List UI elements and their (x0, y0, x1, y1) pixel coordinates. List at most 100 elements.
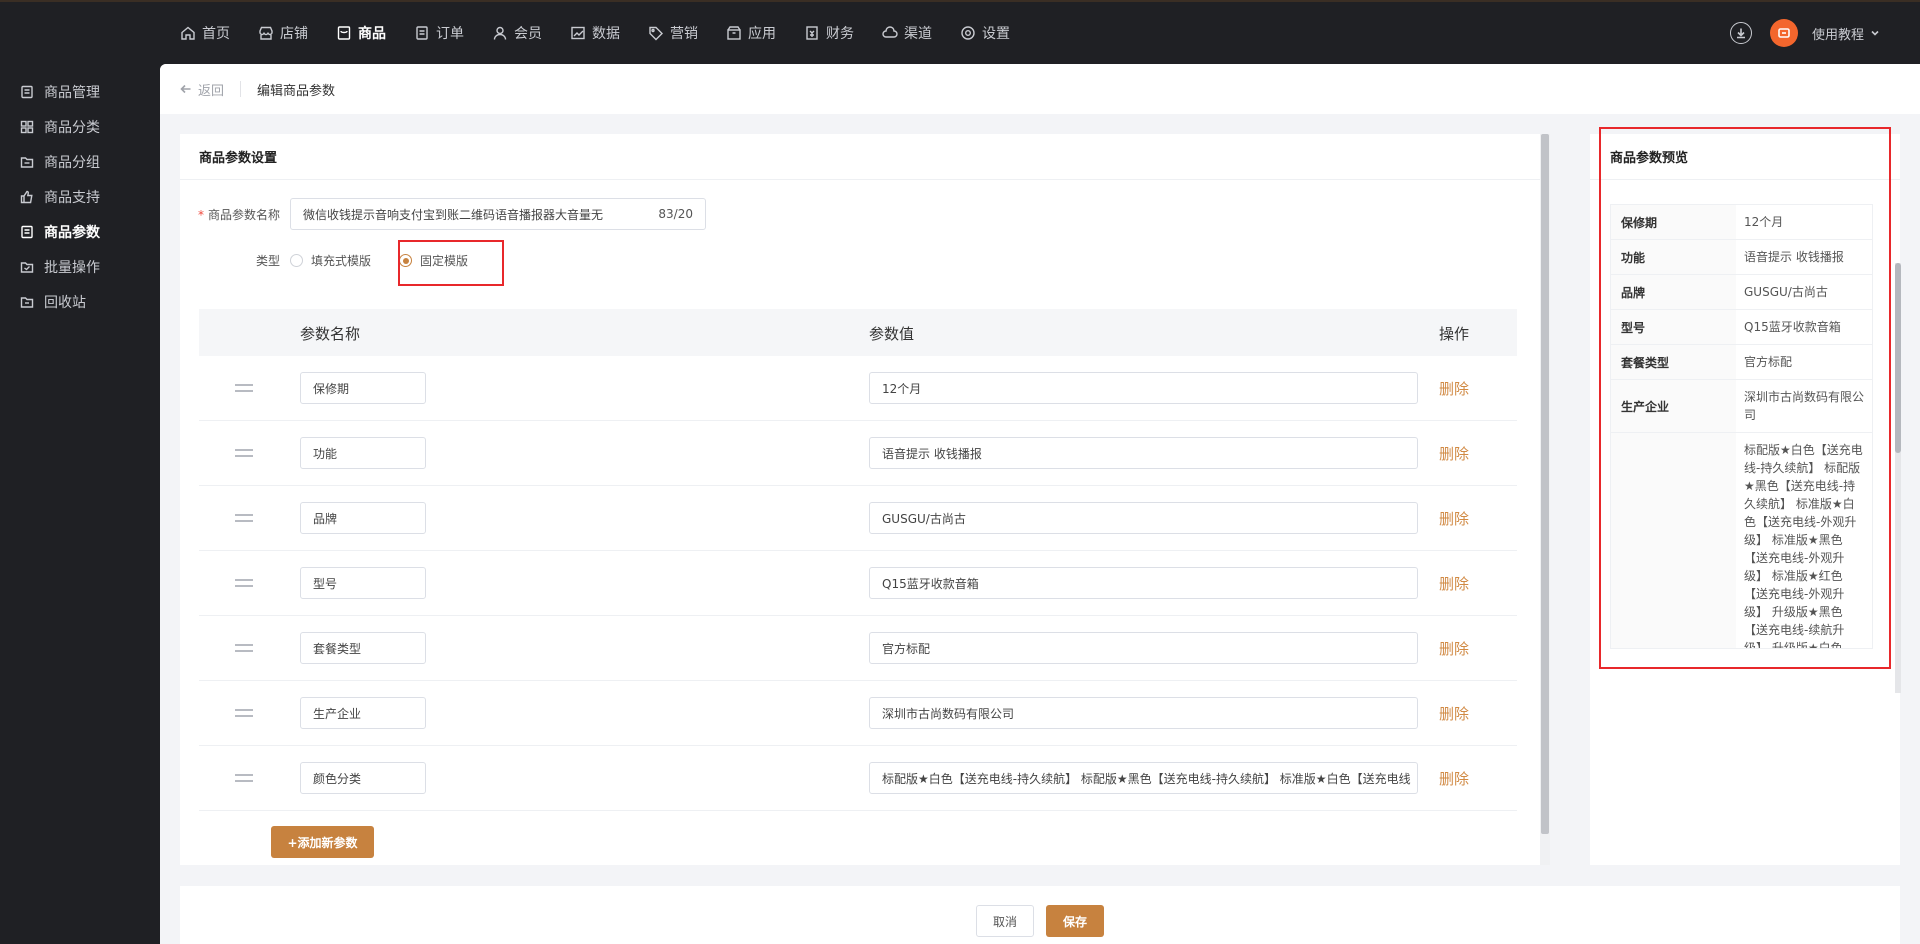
drag-handle-icon[interactable] (235, 384, 253, 396)
delete-button[interactable]: 删除 (1439, 573, 1469, 594)
nav-marketing[interactable]: 营销 (648, 23, 698, 43)
box-icon (726, 25, 742, 41)
settings-scrollbar[interactable] (1540, 134, 1550, 865)
tag-icon (648, 25, 664, 41)
radio-fill-template[interactable]: 填充式模版 (290, 252, 371, 269)
param-name-field[interactable]: 颜色分类 (300, 762, 426, 794)
delete-button[interactable]: 删除 (1439, 703, 1469, 724)
document-icon (20, 225, 34, 239)
gear-icon (960, 25, 976, 41)
param-settings-card: 商品参数设置 * 商品参数名称 微信收钱提示音响支付宝到账二维码语音播报器大音量无… (180, 134, 1550, 865)
nav-channel[interactable]: 渠道 (882, 23, 932, 43)
param-name-field[interactable]: 套餐类型 (300, 632, 426, 664)
sidebar-item-recycle[interactable]: 回收站 (0, 284, 160, 319)
header-param-name: 参数名称 (300, 325, 361, 343)
radio-dot (290, 254, 303, 267)
nav-settings[interactable]: 设置 (960, 23, 1010, 43)
delete-button[interactable]: 删除 (1439, 768, 1469, 789)
download-button[interactable] (1729, 22, 1752, 44)
sidebar-item-label: 回收站 (44, 294, 86, 311)
arrow-left-icon (180, 84, 191, 94)
sidebar-item-goods-support[interactable]: 商品支持 (0, 179, 160, 214)
nav-label: 营销 (670, 26, 698, 42)
delete-button[interactable]: 删除 (1439, 508, 1469, 529)
delete-button[interactable]: 删除 (1439, 638, 1469, 659)
drag-handle-icon[interactable] (235, 644, 253, 656)
home-icon (180, 25, 196, 41)
store-icon (258, 25, 274, 41)
add-param-button[interactable]: +添加新参数 (271, 826, 374, 858)
table-row: 颜色分类 标配版★白色【送充电线-持久续航】 标配版★黑色【送充电线-持久续航】… (199, 746, 1517, 811)
nav-label: 应用 (748, 26, 776, 42)
main-nav: 首页 店铺 商品 订单 会员 数据 营销 应用 财务 渠道 设置 (180, 2, 1038, 64)
header-param-value: 参数值 (869, 325, 915, 343)
param-name-field[interactable]: 型号 (300, 567, 426, 599)
sidebar-item-goods-management[interactable]: 商品管理 (0, 74, 160, 109)
avatar[interactable] (1769, 19, 1798, 47)
delete-button[interactable]: 删除 (1439, 443, 1469, 464)
sidebar-item-label: 商品参数 (44, 224, 100, 241)
tutorial-menu[interactable]: 使用教程 (1812, 24, 1880, 43)
chevron-down-icon (1871, 30, 1879, 36)
nav-order[interactable]: 订单 (414, 23, 464, 43)
param-value-field[interactable]: 12个月 (869, 372, 1418, 404)
drag-handle-icon[interactable] (235, 709, 253, 721)
sidebar-item-label: 商品管理 (44, 84, 100, 101)
drag-handle-icon[interactable] (235, 774, 253, 786)
back-button[interactable]: 返回 (180, 80, 224, 99)
delete-button[interactable]: 删除 (1439, 378, 1469, 399)
user-icon (492, 25, 508, 41)
drag-handle-icon[interactable] (235, 449, 253, 461)
param-name-field[interactable]: 生产企业 (300, 697, 426, 729)
nav-member[interactable]: 会员 (492, 23, 542, 43)
param-name-field[interactable]: 功能 (300, 437, 426, 469)
sidebar-item-batch[interactable]: 批量操作 (0, 249, 160, 284)
radio-label: 填充式模版 (311, 254, 372, 268)
param-value-field[interactable]: 官方标配 (869, 632, 1418, 664)
param-value-field[interactable]: 深圳市古尚数码有限公司 (869, 697, 1418, 729)
type-label: 类型 (255, 254, 280, 268)
nav-apps[interactable]: 应用 (726, 23, 776, 43)
nav-store[interactable]: 店铺 (258, 23, 308, 43)
save-button[interactable]: 保存 (1046, 905, 1104, 937)
param-value-field[interactable]: 标配版★白色【送充电线-持久续航】 标配版★黑色【送充电线-持久续航】 标准版★… (869, 762, 1418, 794)
sidebar-item-label: 商品分类 (44, 119, 100, 136)
param-value-field[interactable]: Q15蓝牙收款音箱 (869, 567, 1418, 599)
drag-handle-icon[interactable] (235, 514, 253, 526)
sidebar-item-label: 商品支持 (44, 189, 100, 206)
table-row: 套餐类型 官方标配 删除 (199, 616, 1517, 681)
scrollbar-thumb[interactable] (1541, 134, 1549, 834)
channel-icon (882, 25, 898, 41)
param-name-field[interactable]: 保修期 (300, 372, 426, 404)
preview-scrollbar[interactable] (1895, 263, 1901, 693)
preview-scrollbar-thumb[interactable] (1895, 263, 1901, 453)
param-name-value: 微信收钱提示音响支付宝到账二维码语音播报器大音量无 (303, 207, 604, 222)
param-value-field[interactable]: GUSGU/古尚古 (869, 502, 1418, 534)
nav-data[interactable]: 数据 (570, 23, 620, 43)
folder-icon (20, 155, 34, 169)
nav-label: 渠道 (904, 26, 932, 42)
nav-home[interactable]: 首页 (180, 23, 230, 43)
header-operation: 操作 (1439, 325, 1470, 343)
nav-label: 设置 (982, 26, 1010, 42)
nav-label: 订单 (436, 26, 464, 42)
param-name-input[interactable]: 微信收钱提示音响支付宝到账二维码语音播报器大音量无 83/20 (290, 198, 706, 230)
sidebar-item-goods-params[interactable]: 商品参数 (0, 214, 160, 249)
required-mark: * (197, 207, 204, 222)
cancel-button[interactable]: 取消 (976, 905, 1034, 937)
sidebar-item-goods-group[interactable]: 商品分组 (0, 144, 160, 179)
drag-handle-icon[interactable] (235, 579, 253, 591)
tutorial-label: 使用教程 (1811, 27, 1864, 43)
highlight-box-type (398, 240, 504, 286)
back-label: 返回 (198, 83, 225, 99)
param-value-field[interactable]: 语音提示 收钱播报 (869, 437, 1418, 469)
topbar-right: 使用教程 (1729, 2, 1880, 64)
nav-goods[interactable]: 商品 (336, 23, 386, 43)
nav-finance[interactable]: 财务 (804, 23, 854, 43)
recycle-bin-icon (20, 295, 34, 309)
order-icon (414, 25, 430, 41)
highlight-box-preview (1599, 127, 1891, 669)
sidebar-item-goods-category[interactable]: 商品分类 (0, 109, 160, 144)
param-name-field[interactable]: 品牌 (300, 502, 426, 534)
sidebar-item-label: 批量操作 (44, 259, 100, 276)
